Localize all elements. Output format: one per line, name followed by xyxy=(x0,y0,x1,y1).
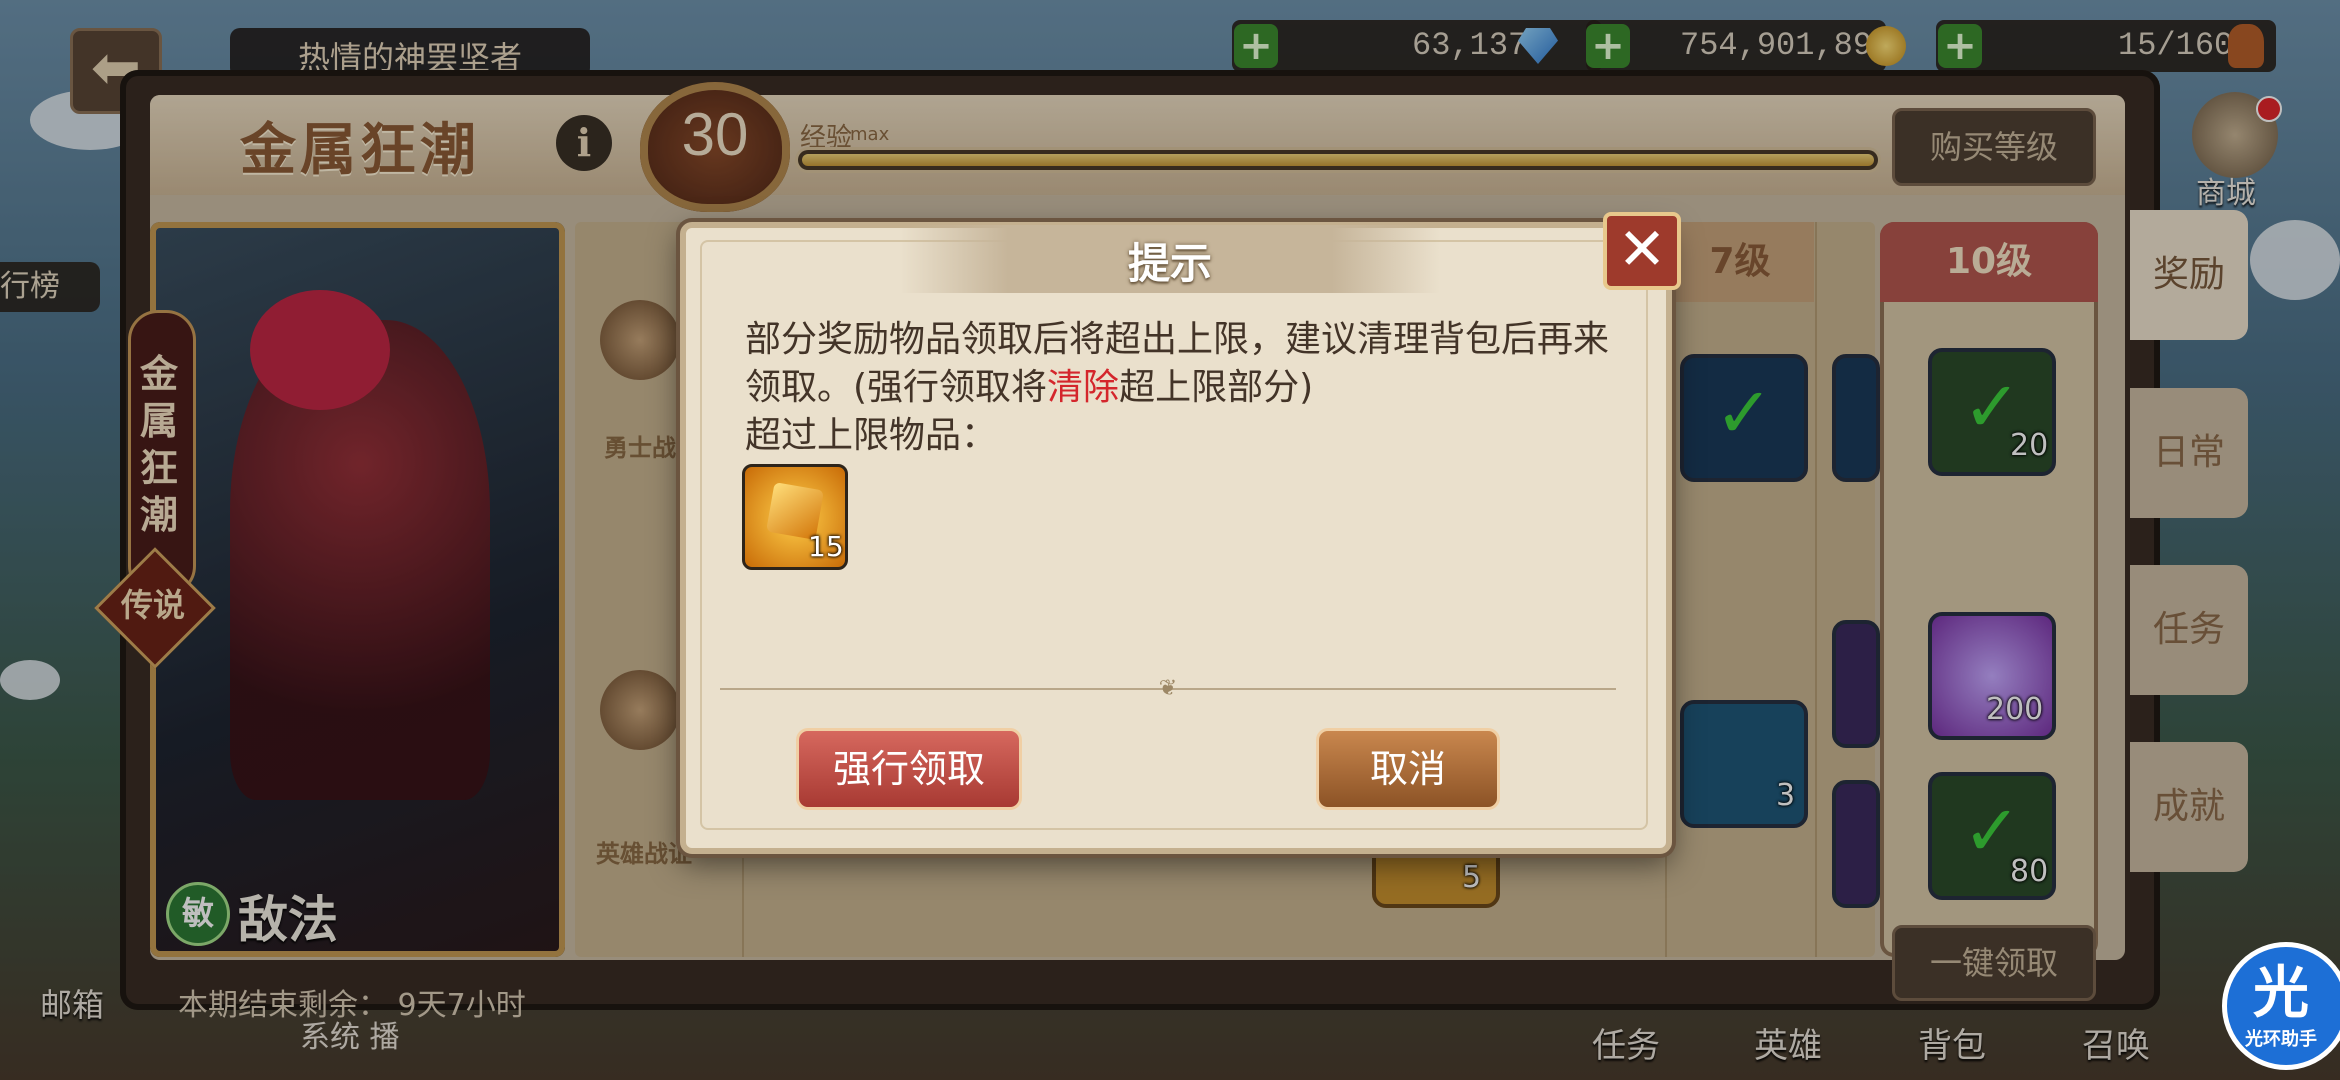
dialog-message-suffix: 超上限部分) xyxy=(1119,367,1314,408)
dialog-message-line2: 领取。(强行领取将清除超上限部分) xyxy=(745,358,1313,410)
cancel-button[interactable]: 取消 xyxy=(1316,728,1500,810)
close-icon[interactable]: ✕ xyxy=(1603,212,1681,290)
dialog-message-prefix: 领取。(强行领取将 xyxy=(745,367,1048,408)
ornament-icon: ❦ xyxy=(1158,676,1178,701)
force-claim-button[interactable]: 强行领取 xyxy=(796,728,1022,810)
assistant-badge-char: 光 xyxy=(2253,961,2309,1026)
over-limit-item-count: 15 xyxy=(808,530,844,563)
dialog-message-line1: 部分奖励物品领取后将超出上限，建议清理背包后再来 xyxy=(745,319,1610,360)
dialog-highlight-clear: 清除 xyxy=(1047,367,1120,408)
assistant-badge-label: 光环助手 xyxy=(2245,1029,2317,1050)
dialog-message-line3: 超过上限物品： xyxy=(745,415,998,456)
dialog-title: 提示 xyxy=(1127,239,1212,288)
